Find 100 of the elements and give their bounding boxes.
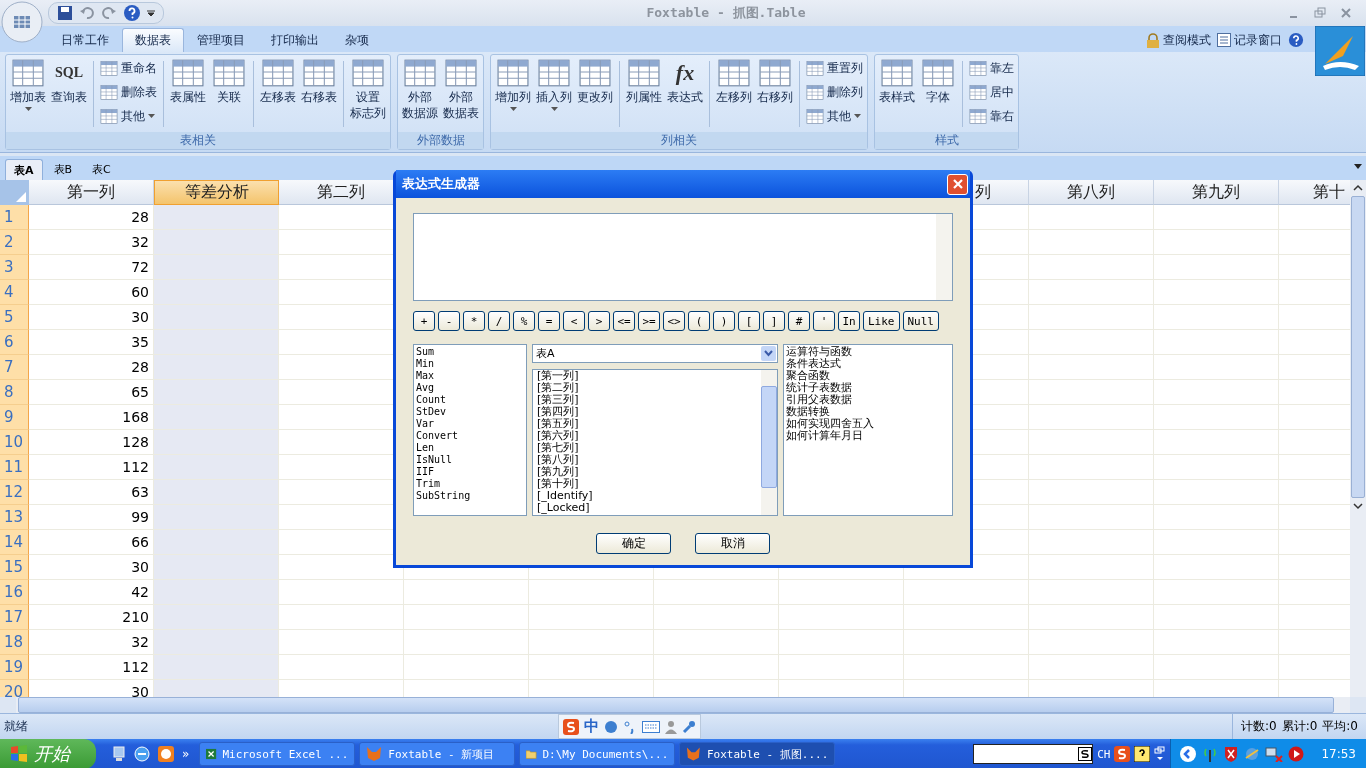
ribbon-button[interactable]: 设置 标志列	[348, 57, 388, 123]
list-item[interactable]: SubString	[416, 490, 524, 502]
ribbon-button[interactable]: SQL 查询表	[49, 57, 89, 107]
row-number[interactable]: 11	[0, 455, 29, 480]
list-item[interactable]: 运算符与函数	[786, 346, 950, 358]
row-number[interactable]: 8	[0, 380, 29, 405]
list-item[interactable]: Avg	[416, 382, 524, 394]
save-icon[interactable]	[57, 5, 73, 21]
list-item[interactable]: [第十列]	[537, 478, 757, 490]
ribbon-tab[interactable]: 杂项	[332, 28, 382, 52]
list-item[interactable]: StDev	[416, 406, 524, 418]
ribbon-button[interactable]: 增加列	[493, 57, 533, 113]
taskbar-button[interactable]: D:\My Documents\...	[519, 742, 676, 766]
list-item[interactable]: [_Locked]	[537, 502, 757, 514]
more-button[interactable]: »	[182, 747, 190, 761]
operator-button[interactable]: -	[438, 311, 460, 331]
ribbon-button[interactable]: 删除表	[98, 81, 159, 103]
sheet-tab[interactable]: 表C	[83, 159, 120, 180]
column-header[interactable]: 第十	[1279, 180, 1350, 205]
list-item[interactable]: IsNull	[416, 454, 524, 466]
operator-button[interactable]: /	[488, 311, 510, 331]
ribbon-button[interactable]: 关联	[209, 57, 249, 107]
language-indicator[interactable]: CH	[1097, 747, 1111, 761]
disconnected-network-icon[interactable]	[1265, 746, 1284, 762]
dialog-button[interactable]: 取消	[695, 533, 770, 554]
taskbar-button[interactable]: Foxtable - 抓图....	[679, 742, 836, 766]
circle-icon[interactable]	[604, 719, 619, 734]
row-number[interactable]: 14	[0, 530, 29, 555]
list-item[interactable]: 条件表达式	[786, 358, 950, 370]
computer-icon[interactable]	[112, 746, 126, 762]
ribbon-button[interactable]: 删除列	[804, 81, 865, 103]
list-item[interactable]: 引用父表数据	[786, 394, 950, 406]
list-item[interactable]: Len	[416, 442, 524, 454]
browser-icon[interactable]	[134, 746, 150, 762]
row-number[interactable]: 15	[0, 555, 29, 580]
operator-button[interactable]: )	[713, 311, 735, 331]
row-number[interactable]: 18	[0, 630, 29, 655]
list-item[interactable]: Count	[416, 394, 524, 406]
ribbon-button[interactable]: 左移列	[714, 57, 754, 107]
ribbon-button[interactable]: 列属性	[624, 57, 664, 107]
ribbon-button[interactable]: 左移表	[258, 57, 298, 107]
vertical-scrollbar[interactable]	[1350, 180, 1366, 697]
table-select[interactable]: 表A	[532, 344, 778, 363]
list-item[interactable]: Var	[416, 418, 524, 430]
row-number[interactable]: 17	[0, 605, 29, 630]
play-icon[interactable]	[1288, 746, 1305, 762]
list-item[interactable]: 聚合函数	[786, 370, 950, 382]
ribbon-button[interactable]: 靠左	[967, 57, 1016, 79]
ribbon-tab[interactable]: 打印输出	[258, 28, 332, 52]
taskbar-button[interactable]: Foxtable - 新项目	[359, 742, 516, 766]
list-item[interactable]: 统计子表数据	[786, 382, 950, 394]
operator-button[interactable]: >	[588, 311, 610, 331]
help-icon[interactable]	[123, 4, 141, 22]
ime-mode-toggle[interactable]: 中	[584, 717, 600, 736]
operator-button[interactable]: <=	[613, 311, 635, 331]
list-item[interactable]: 如何计算年月日	[786, 430, 950, 442]
ribbon-button[interactable]: 重命名	[98, 57, 159, 79]
record-window-button[interactable]: 记录窗口	[1217, 31, 1282, 49]
column-header[interactable]: 第一列	[29, 180, 154, 205]
ribbon-tab[interactable]: 日常工作	[48, 28, 122, 52]
search-field[interactable]	[973, 744, 1094, 764]
wrench-icon[interactable]	[682, 719, 697, 734]
column-header[interactable]: 第九列	[1154, 180, 1279, 205]
row-number[interactable]: 7	[0, 355, 29, 380]
operator-button[interactable]: In	[838, 311, 860, 331]
ribbon-button[interactable]: 其他	[804, 105, 865, 127]
row-number[interactable]: 20	[0, 680, 29, 697]
list-item[interactable]: 如何实现四舍五入	[786, 418, 950, 430]
ime-logo-icon[interactable]	[563, 718, 580, 735]
operator-button[interactable]: Null	[902, 311, 939, 331]
caret-icon[interactable]	[147, 9, 155, 17]
operator-button[interactable]: Like	[863, 311, 900, 331]
row-number[interactable]: 12	[0, 480, 29, 505]
list-item[interactable]: [第二列]	[537, 382, 757, 394]
ribbon-button[interactable]: 外部 数据源	[400, 57, 440, 123]
ribbon-button[interactable]: fx 表达式	[665, 57, 705, 107]
ribbon-button[interactable]: 外部 数据表	[441, 57, 481, 123]
list-item[interactable]: [第五列]	[537, 418, 757, 430]
column-header[interactable]: 等差分析	[154, 180, 279, 205]
operator-button[interactable]: '	[813, 311, 835, 331]
undo-icon[interactable]	[79, 5, 95, 21]
operator-button[interactable]: >=	[638, 311, 660, 331]
operator-button[interactable]: ]	[763, 311, 785, 331]
list-item[interactable]: [_Identify]	[537, 490, 757, 502]
list-item[interactable]: Trim	[416, 478, 524, 490]
row-number[interactable]: 4	[0, 280, 29, 305]
redo-icon[interactable]	[101, 5, 117, 21]
list-item[interactable]: [第六列]	[537, 430, 757, 442]
row-number[interactable]: 3	[0, 255, 29, 280]
ribbon-button[interactable]: 右移列	[755, 57, 795, 107]
operator-button[interactable]: #	[788, 311, 810, 331]
ribbon-button[interactable]: 靠右	[967, 105, 1016, 127]
ribbon-button[interactable]: 表属性	[168, 57, 208, 107]
dialog-button[interactable]: 确定	[596, 533, 671, 554]
signal-icon[interactable]	[1202, 746, 1219, 762]
list-item[interactable]: Sum	[416, 346, 524, 358]
row-number[interactable]: 6	[0, 330, 29, 355]
column-header[interactable]: 第八列	[1029, 180, 1154, 205]
ribbon-button[interactable]: 增加表	[8, 57, 48, 113]
operator-button[interactable]: (	[688, 311, 710, 331]
